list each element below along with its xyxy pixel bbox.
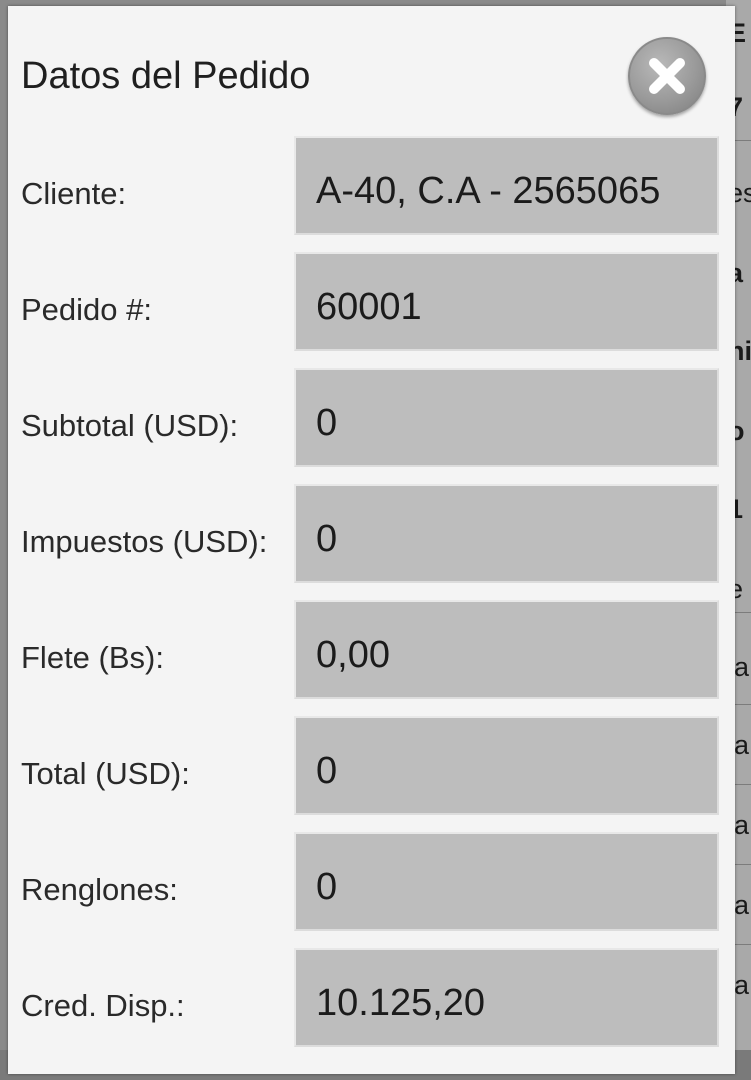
close-x-icon bbox=[649, 58, 685, 94]
client-field: A-40, C.A - 2565065 bbox=[294, 136, 719, 235]
subtotal-label: Subtotal (USD): bbox=[21, 408, 239, 443]
taxes-value: 0 bbox=[316, 518, 338, 560]
total-field: 0 bbox=[294, 716, 719, 815]
total-value: 0 bbox=[316, 750, 338, 792]
order-details-dialog: Datos del Pedido Cliente: A-40, C.A - 25… bbox=[8, 6, 735, 1074]
taxes-label: Impuestos (USD): bbox=[21, 524, 268, 559]
order-number-label: Pedido #: bbox=[21, 292, 152, 327]
dialog-title: Datos del Pedido bbox=[21, 55, 311, 97]
client-value: A-40, C.A - 2565065 bbox=[316, 170, 661, 212]
available-credit-label: Cred. Disp.: bbox=[21, 988, 185, 1023]
order-number-field: 60001 bbox=[294, 252, 719, 351]
lines-label: Renglones: bbox=[21, 872, 178, 907]
close-button[interactable] bbox=[628, 37, 706, 115]
lines-field: 0 bbox=[294, 832, 719, 931]
freight-label: Flete (Bs): bbox=[21, 640, 164, 675]
available-credit-field: 10.125,20 bbox=[294, 948, 719, 1047]
subtotal-value: 0 bbox=[316, 402, 338, 444]
available-credit-value: 10.125,20 bbox=[316, 982, 486, 1024]
freight-field: 0,00 bbox=[294, 600, 719, 699]
subtotal-field: 0 bbox=[294, 368, 719, 467]
order-number-value: 60001 bbox=[316, 286, 422, 328]
client-label: Cliente: bbox=[21, 176, 127, 211]
total-label: Total (USD): bbox=[21, 756, 190, 791]
freight-value: 0,00 bbox=[316, 634, 390, 676]
lines-value: 0 bbox=[316, 866, 338, 908]
taxes-field: 0 bbox=[294, 484, 719, 583]
